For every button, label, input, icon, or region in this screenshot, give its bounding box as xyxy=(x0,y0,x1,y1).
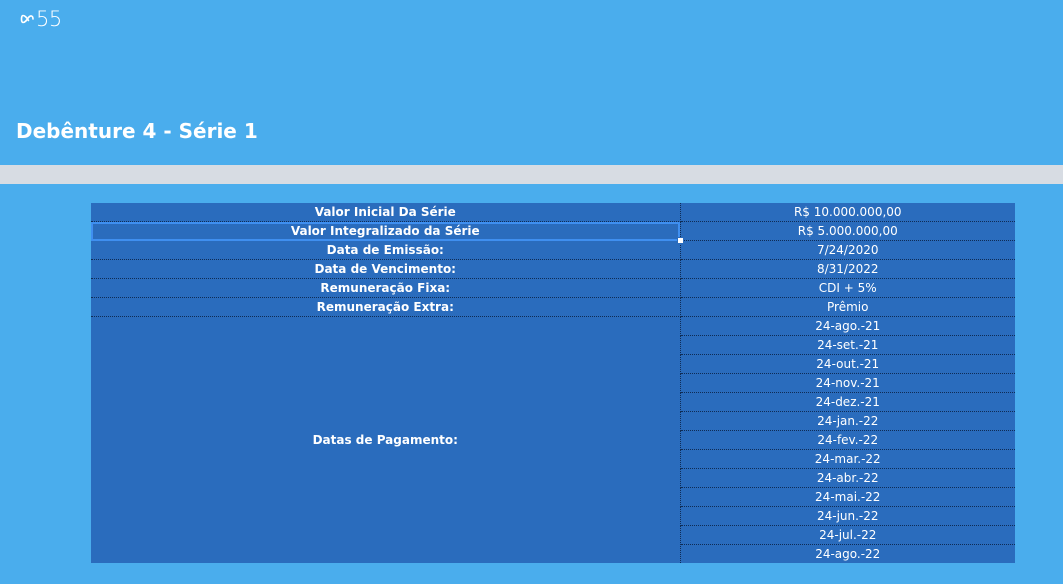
infinity-loop-icon xyxy=(20,14,34,24)
logo-text: 55 xyxy=(36,7,62,31)
value-cell-remuneracao-extra[interactable]: Prêmio xyxy=(680,297,1015,317)
payment-date-cell[interactable]: 24-fev.-22 xyxy=(680,430,1015,450)
label-cell-data-vencimento[interactable]: Data de Vencimento: xyxy=(91,259,681,279)
table-row: Valor Inicial Da Série R$ 10.000.000,00 xyxy=(91,203,1015,222)
value-cell-data-vencimento[interactable]: 8/31/2022 xyxy=(680,259,1015,279)
payment-date-cell[interactable]: 24-nov.-21 xyxy=(680,373,1015,393)
payment-date-cell[interactable]: 24-dez.-21 xyxy=(680,392,1015,412)
payment-date-cell[interactable]: 24-jul.-22 xyxy=(680,525,1015,545)
label-cell-remuneracao-fixa[interactable]: Remuneração Fixa: xyxy=(91,278,681,298)
label-cell-data-emissao[interactable]: Data de Emissão: xyxy=(91,240,681,260)
table-row: Data de Vencimento: 8/31/2022 xyxy=(91,259,1015,279)
label-cell-valor-integralizado[interactable]: Valor Integralizado da Série xyxy=(91,221,681,241)
value-cell-remuneracao-fixa[interactable]: CDI + 5% xyxy=(680,278,1015,298)
logo: 55 xyxy=(20,6,62,32)
spreadsheet-grid: Valor Inicial Da Série R$ 10.000.000,00 … xyxy=(91,203,1015,563)
payment-date-cell[interactable]: 24-set.-21 xyxy=(680,335,1015,355)
table-row: Remuneração Fixa: CDI + 5% xyxy=(91,278,1015,298)
header-divider-band xyxy=(0,165,1063,184)
value-cell-valor-integralizado[interactable]: R$ 5.000.000,00 xyxy=(680,221,1015,241)
value-cell-data-emissao[interactable]: 7/24/2020 xyxy=(680,240,1015,260)
payment-date-cell[interactable]: 24-ago.-21 xyxy=(680,316,1015,336)
table-row: Data de Emissão: 7/24/2020 xyxy=(91,240,1015,260)
payment-date-cell[interactable]: 24-jun.-22 xyxy=(680,506,1015,526)
value-cell-valor-inicial[interactable]: R$ 10.000.000,00 xyxy=(680,203,1015,222)
table-row: Remuneração Extra: Prêmio xyxy=(91,297,1015,317)
table-row: Valor Integralizado da Série R$ 5.000.00… xyxy=(91,221,1015,241)
payment-date-cell[interactable]: 24-mai.-22 xyxy=(680,487,1015,507)
label-cell-remuneracao-extra[interactable]: Remuneração Extra: xyxy=(91,297,681,317)
table-row: Datas de Pagamento: 24-ago.-21 xyxy=(91,316,1015,563)
payment-date-cell[interactable]: 24-ago.-22 xyxy=(680,545,1015,564)
page-title: Debênture 4 - Série 1 xyxy=(16,119,258,143)
payment-date-cell[interactable]: 24-abr.-22 xyxy=(680,468,1015,488)
payment-date-cell[interactable]: 24-mar.-22 xyxy=(680,449,1015,469)
payment-date-cell[interactable]: 24-jan.-22 xyxy=(680,411,1015,431)
label-cell-datas-pagamento[interactable]: Datas de Pagamento: xyxy=(91,316,681,563)
selection-fill-handle[interactable] xyxy=(677,237,684,244)
payment-date-cell[interactable]: 24-out.-21 xyxy=(680,354,1015,374)
label-cell-valor-inicial[interactable]: Valor Inicial Da Série xyxy=(91,203,681,222)
debenture-table: Valor Inicial Da Série R$ 10.000.000,00 … xyxy=(91,203,1015,563)
